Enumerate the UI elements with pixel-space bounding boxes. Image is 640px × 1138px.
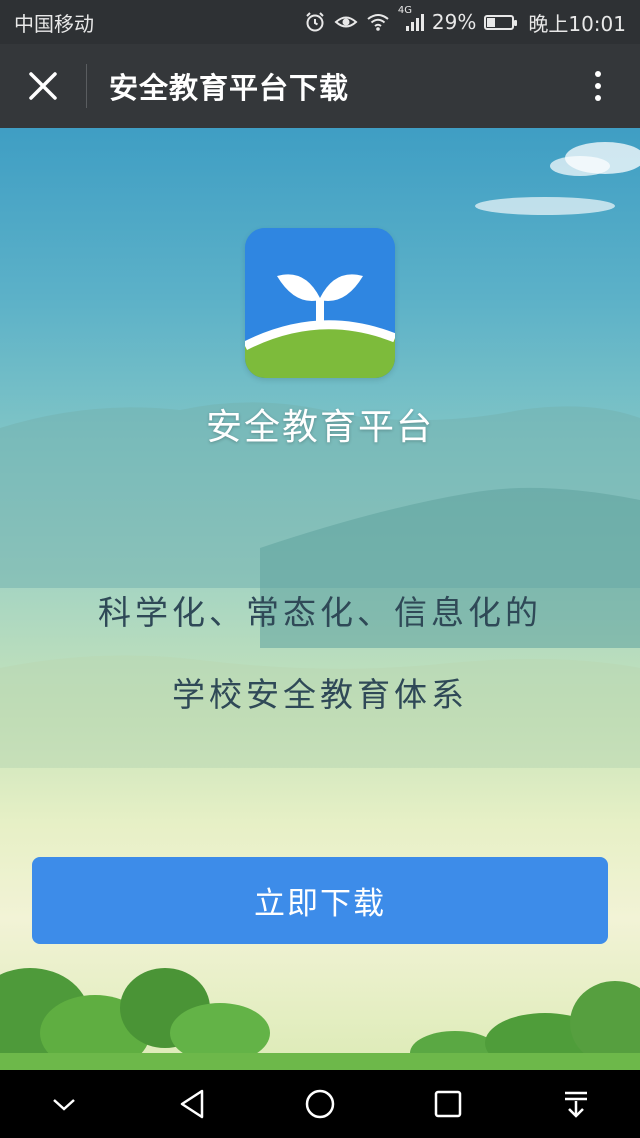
battery-percent: 29% [431,10,477,34]
title-bar: 安全教育平台下载 [0,44,640,128]
clock: 晚上10:01 [528,11,626,36]
home-button[interactable] [290,1074,350,1134]
notification-pull-button[interactable] [546,1074,606,1134]
more-vertical-icon-dot [595,83,601,89]
back-button[interactable] [162,1074,222,1134]
download-now-button[interactable]: 立即下载 [32,857,608,944]
recents-icon [434,1090,462,1118]
alarm-icon [304,11,326,33]
carrier-label: 中国移动 [14,11,94,36]
status-bar: 中国移动 4G 29% 晚上10:01 [0,0,640,44]
signal-icon: 4G [398,5,424,32]
more-vertical-icon-dot [595,95,601,101]
close-icon [29,72,57,100]
sprout-app-icon [245,228,395,378]
back-icon [180,1089,204,1119]
page-title: 安全教育平台下载 [109,71,350,105]
network-type-label: 4G [397,5,413,16]
status-icons: 4G 29% 晚上10:01 [304,5,626,37]
navigation-bar [0,1070,640,1138]
chevron-down-icon [53,1099,75,1111]
title-divider [86,64,87,108]
eye-icon [334,12,358,32]
slogan-line-2: 学校安全教育体系 [172,675,468,714]
recents-button[interactable] [418,1074,478,1134]
notification-pull-icon [565,1091,587,1118]
slogan-line-1: 科学化、常态化、信息化的 [98,593,542,632]
wifi-icon [366,12,390,32]
more-options-button[interactable] [556,44,640,128]
more-vertical-icon-dot [595,71,601,77]
battery-icon [484,14,518,30]
download-page-content: 安全教育平台 科学化、常态化、信息化的 学校安全教育体系 立即下载 [0,128,640,1070]
hide-nav-button[interactable] [34,1074,94,1134]
close-button[interactable] [0,44,86,128]
app-name: 安全教育平台 [205,407,434,448]
home-icon [305,1089,335,1119]
